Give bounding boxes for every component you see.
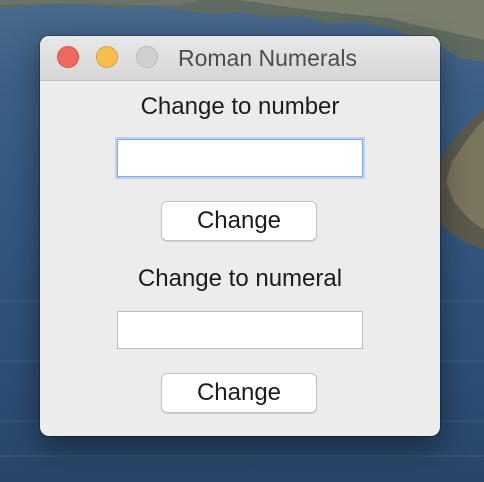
close-traffic-light-icon[interactable] [57, 46, 79, 68]
number-input-field[interactable] [117, 311, 363, 349]
change-to-number-button[interactable]: Change [161, 201, 317, 241]
change-to-numeral-button[interactable]: Change [161, 373, 317, 413]
minimize-traffic-light-icon[interactable] [96, 46, 118, 68]
title-bar[interactable]: Roman Numerals [40, 36, 440, 81]
numeral-input-field[interactable] [117, 139, 363, 177]
to-number-label: Change to number [140, 93, 340, 120]
app-window: Roman Numerals Change to number Change C… [40, 36, 440, 436]
to-numeral-label: Change to numeral [137, 265, 343, 292]
desktop-background: Roman Numerals Change to number Change C… [0, 0, 484, 482]
maximize-traffic-light-icon[interactable] [136, 46, 158, 68]
window-title: Roman Numerals [178, 45, 357, 71]
